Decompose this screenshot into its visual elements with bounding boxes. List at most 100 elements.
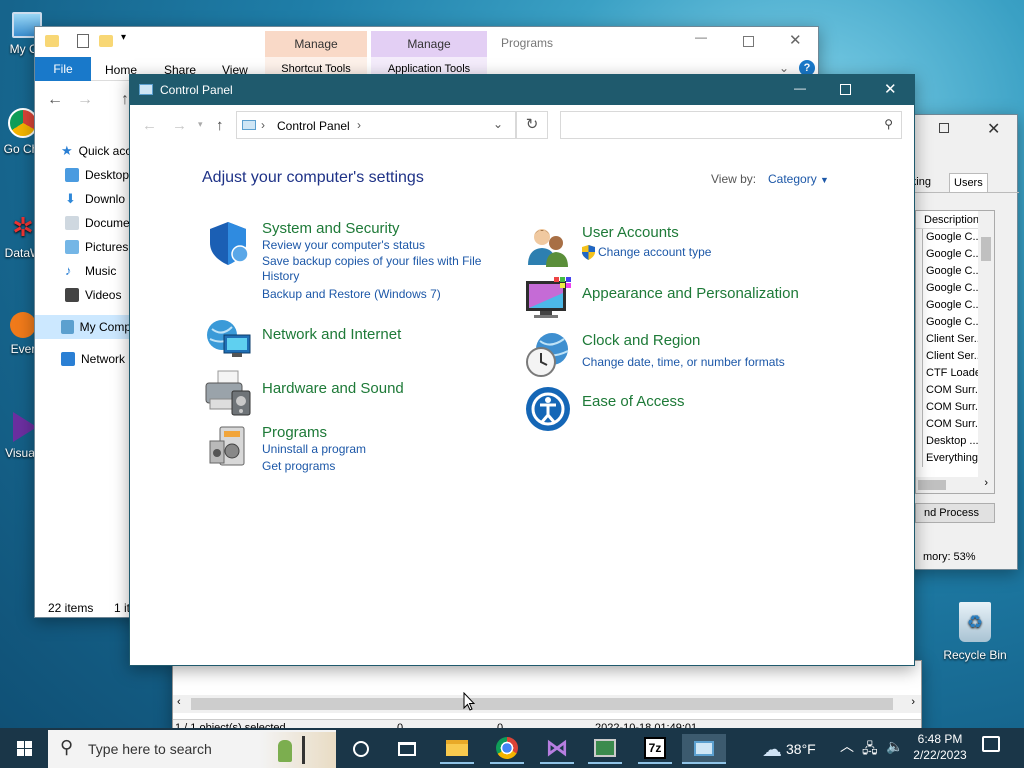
taskbar-search-box[interactable]: ⚲ Type here to search xyxy=(48,730,336,768)
nav-item-videos[interactable]: Videos xyxy=(35,283,131,307)
taskbar-visual-studio[interactable]: ⋈ xyxy=(540,734,574,764)
scrollbar-thumb[interactable] xyxy=(981,237,991,261)
clock[interactable]: 6:48 PM 2/22/2023 xyxy=(912,731,968,763)
hardware-and-sound-link[interactable]: Hardware and Sound xyxy=(262,379,404,417)
tab-bar: orking Users xyxy=(901,173,1019,193)
change-account-type-link[interactable]: Change account type xyxy=(582,244,711,260)
nav-item-docume[interactable]: Docume xyxy=(35,211,131,235)
window-title: Control Panel xyxy=(160,83,233,97)
horizontal-scrollbar[interactable]: › xyxy=(916,477,994,493)
horizontal-scrollbar[interactable]: ‹ › xyxy=(173,695,921,713)
nav-item-network[interactable]: Network xyxy=(35,347,131,371)
mouse-cursor-icon xyxy=(463,692,475,711)
close-button[interactable]: ✕ xyxy=(789,31,802,49)
chevron-down-icon[interactable]: ▾ xyxy=(121,32,126,43)
taskbar-file-explorer[interactable] xyxy=(440,734,474,764)
taskbar-chrome[interactable] xyxy=(490,734,524,764)
chevron-down-icon[interactable]: ⌄ xyxy=(493,117,503,131)
nav-item-quick-acc[interactable]: ★ Quick acc xyxy=(35,139,131,163)
show-hidden-icons-chevron-icon[interactable]: ︿ xyxy=(840,736,854,756)
view-by-dropdown[interactable]: Category ▼ xyxy=(768,172,829,186)
category-clock-and-region: Clock and Region Change date, time, or n… xyxy=(524,331,785,379)
category-user-accounts: User Accounts Change account type xyxy=(524,221,711,269)
forward-arrow-icon[interactable]: → xyxy=(77,91,93,109)
maximize-button[interactable] xyxy=(939,123,949,133)
appearance-and-personalization-link[interactable]: Appearance and Personalization xyxy=(582,284,799,323)
nav-item-my-comp[interactable]: My Comp xyxy=(35,315,131,339)
breadcrumb[interactable]: Control Panel xyxy=(277,119,350,133)
taskbar-control-panel[interactable] xyxy=(682,734,726,764)
start-button[interactable] xyxy=(0,728,48,768)
ribbon-expand-icon[interactable]: ⌄ xyxy=(779,61,789,75)
taskbar-monitor-app[interactable] xyxy=(588,734,622,764)
tab-file[interactable]: File xyxy=(35,57,91,81)
scrollbar-thumb[interactable] xyxy=(191,698,893,710)
control-panel-icon xyxy=(242,120,256,130)
notifications-icon[interactable] xyxy=(982,736,1000,752)
search-highlight-image xyxy=(260,732,336,768)
user-accounts-link[interactable]: User Accounts xyxy=(582,223,711,243)
back-arrow-icon[interactable]: ← xyxy=(47,91,63,109)
nav-item-pictures[interactable]: Pictures xyxy=(35,235,131,259)
search-icon[interactable]: ⚲ xyxy=(884,117,893,131)
ease-of-access-link[interactable]: Ease of Access xyxy=(582,392,685,433)
clock-globe-icon xyxy=(526,333,569,377)
review-status-link[interactable]: Review your computer's status xyxy=(262,237,492,253)
nav-item-music[interactable]: ♪ Music xyxy=(35,259,131,283)
maximize-button[interactable] xyxy=(743,36,754,47)
back-arrow-icon[interactable]: ← xyxy=(142,117,157,134)
tab-users[interactable]: Users xyxy=(949,173,988,192)
minimize-button[interactable]: — xyxy=(695,30,707,44)
search-box[interactable]: ⚲ xyxy=(560,111,902,139)
close-button[interactable]: ✕ xyxy=(884,80,897,98)
backup-restore-link[interactable]: Backup and Restore (Windows 7) xyxy=(262,286,492,302)
breadcrumb-separator-icon[interactable]: › xyxy=(357,118,361,132)
programs-icon xyxy=(209,426,245,466)
maximize-button[interactable] xyxy=(840,84,851,95)
search-input[interactable] xyxy=(565,113,865,137)
taskbar-7zip[interactable]: 7z xyxy=(638,734,672,764)
network-icon[interactable]: 🖧 xyxy=(862,738,878,762)
breadcrumb-separator-icon: › xyxy=(261,118,265,132)
desktop-folder-icon xyxy=(65,168,79,182)
forward-arrow-icon[interactable]: → xyxy=(172,117,187,134)
nav-item-downlo[interactable]: ⬇ Downlo xyxy=(35,187,131,211)
vertical-scrollbar[interactable] xyxy=(978,211,994,477)
clock-and-region-link[interactable]: Clock and Region xyxy=(582,331,785,351)
task-view-button[interactable] xyxy=(390,734,424,764)
clock-time: 6:48 PM xyxy=(917,732,963,746)
address-bar[interactable]: › Control Panel › ⌄ xyxy=(236,111,516,139)
minimize-button[interactable]: — xyxy=(794,81,806,95)
documents-icon xyxy=(65,216,79,230)
network-and-internet-link[interactable]: Network and Internet xyxy=(262,325,401,363)
refresh-button[interactable]: ↻ xyxy=(516,111,548,139)
system-and-security-link[interactable]: System and Security xyxy=(262,219,492,239)
properties-icon[interactable] xyxy=(77,34,89,48)
volume-icon[interactable]: 🔈 xyxy=(886,738,903,755)
programs-link[interactable]: Programs xyxy=(262,423,366,443)
scroll-left-arrow-icon[interactable]: ‹ xyxy=(177,696,181,708)
category-system-and-security: System and Security Review your computer… xyxy=(204,219,492,302)
recycle-bin-desktop-icon[interactable]: ♻ Recycle Bin xyxy=(942,602,1008,662)
scrollbar-thumb[interactable] xyxy=(918,480,946,490)
weather-widget[interactable]: ☁ 38°F xyxy=(762,738,816,761)
get-programs-link[interactable]: Get programs xyxy=(262,458,366,474)
change-date-formats-link[interactable]: Change date, time, or number formats xyxy=(582,354,785,370)
close-button[interactable]: ✕ xyxy=(987,119,1000,139)
uninstall-program-link[interactable]: Uninstall a program xyxy=(262,441,366,457)
nav-item-desktop[interactable]: Desktop xyxy=(35,163,131,187)
up-arrow-icon[interactable]: ↑ xyxy=(216,117,224,134)
control-panel-icon xyxy=(694,740,714,756)
title-bar: Control Panel — ✕ xyxy=(130,75,914,105)
category-appearance-and-personalization: Appearance and Personalization xyxy=(524,275,799,323)
status-item-count: 22 items xyxy=(48,601,94,615)
file-history-link[interactable]: Save backup copies of your files with Fi… xyxy=(262,254,492,284)
cortana-button[interactable] xyxy=(344,734,378,764)
up-arrow-icon[interactable]: ↑ xyxy=(121,91,129,109)
control-panel-icon xyxy=(139,84,153,95)
scroll-right-arrow-icon[interactable]: › xyxy=(911,696,915,708)
new-folder-icon[interactable] xyxy=(99,35,113,47)
end-process-button[interactable]: nd Process xyxy=(915,503,995,523)
recent-locations-chevron-icon[interactable]: ▾ xyxy=(198,119,203,130)
scroll-right-arrow-icon[interactable]: › xyxy=(984,477,988,489)
